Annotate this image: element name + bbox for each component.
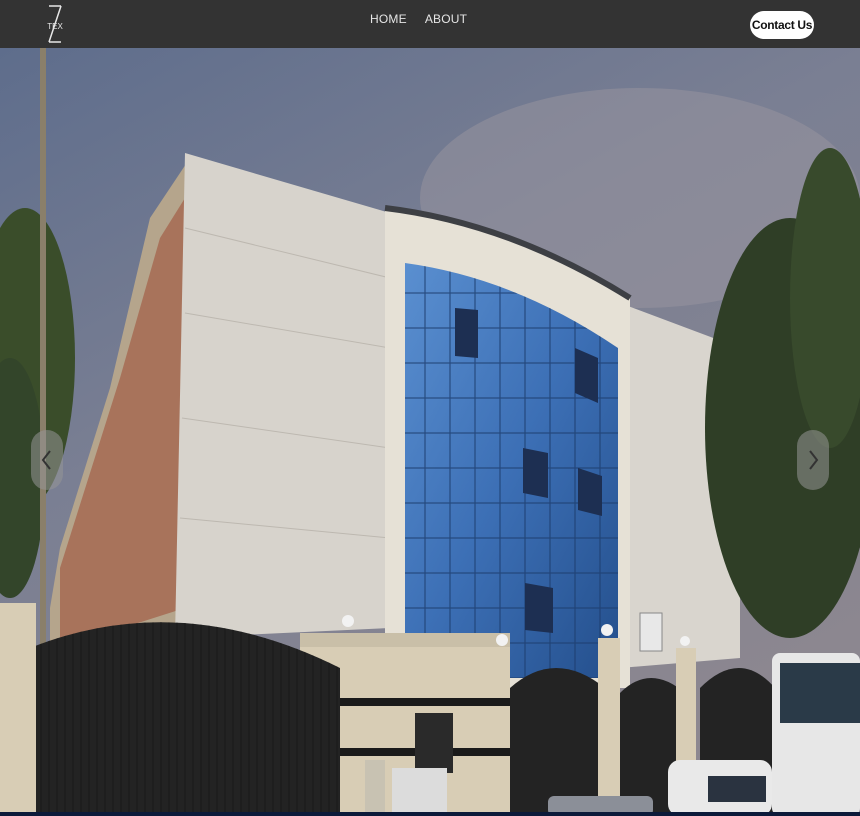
chevron-right-icon (809, 450, 819, 470)
nav-links: HOME ABOUT (370, 12, 467, 26)
nav-link-about[interactable]: ABOUT (425, 12, 467, 26)
logo[interactable]: TEX (46, 4, 64, 44)
chevron-left-icon (41, 450, 51, 470)
carousel-next-button[interactable] (797, 430, 829, 490)
hero-image (0, 48, 860, 816)
logo-text: TEX (47, 22, 63, 31)
hero-carousel (0, 48, 860, 816)
nav-link-home[interactable]: HOME (370, 12, 407, 26)
bottom-strip (0, 812, 860, 816)
contact-us-button[interactable]: Contact Us (750, 11, 814, 39)
logo-mark-icon: TEX (47, 5, 63, 43)
carousel-prev-button[interactable] (31, 430, 63, 490)
navbar: TEX HOME ABOUT Contact Us (0, 0, 860, 48)
